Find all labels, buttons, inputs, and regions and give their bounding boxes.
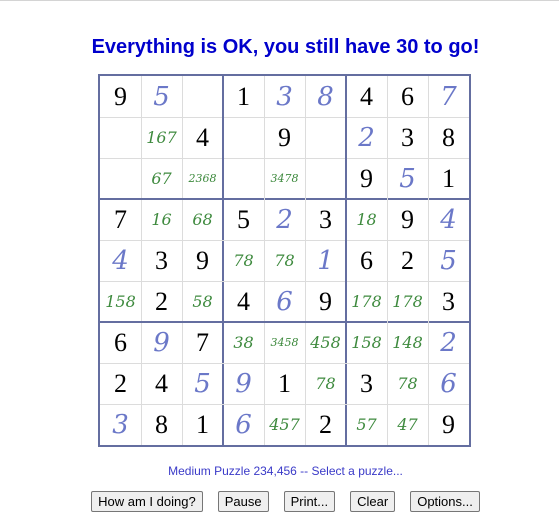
sudoku-cell-r7c8[interactable]: 148 [387,322,428,363]
sudoku-cell-r4c2[interactable]: 16 [141,199,182,240]
sudoku-cell-r6c1[interactable]: 158 [100,281,141,322]
sudoku-cell-r3c4[interactable] [223,158,264,199]
sudoku-cell-r8c7[interactable]: 3 [346,363,387,404]
sudoku-cell-r2c8[interactable]: 3 [387,117,428,158]
sudoku-cell-r4c7[interactable]: 18 [346,199,387,240]
sudoku-cell-r5c4[interactable]: 78 [223,240,264,281]
sudoku-cell-r9c7[interactable]: 57 [346,404,387,445]
sudoku-cell-r2c3[interactable]: 4 [182,117,223,158]
sudoku-cell-r6c7[interactable]: 178 [346,281,387,322]
sudoku-cell-r5c2[interactable]: 3 [141,240,182,281]
sudoku-cell-r8c3[interactable]: 5 [182,363,223,404]
sudoku-cell-r5c5[interactable]: 78 [264,240,305,281]
sudoku-board: 9 5 1 3 8 4 6 7 167 4 9 2 3 8 67 2368 3478 9 5 1 7 16 68 5 2 3 18 9… [98,74,471,447]
puzzle-select-link[interactable]: Medium Puzzle 234,456 -- Select a puzzle… [0,464,559,478]
sudoku-cell-r8c5[interactable]: 1 [264,363,305,404]
clear-button[interactable]: Clear [350,491,396,512]
print-button[interactable]: Print... [283,491,336,512]
sudoku-cell-r1c5[interactable]: 3 [264,76,305,117]
sudoku-cell-r3c3[interactable]: 2368 [182,158,223,199]
sudoku-cell-r1c7[interactable]: 4 [346,76,387,117]
sudoku-cell-r4c6[interactable]: 3 [305,199,346,240]
sudoku-cell-r9c2[interactable]: 8 [141,404,182,445]
sudoku-cell-r7c4[interactable]: 38 [223,322,264,363]
sudoku-cell-r2c4[interactable] [223,117,264,158]
sudoku-cell-r4c4[interactable]: 5 [223,199,264,240]
top-divider [0,0,559,1]
sudoku-cell-r4c5[interactable]: 2 [264,199,305,240]
sudoku-cell-r3c6[interactable] [305,158,346,199]
sudoku-cell-r6c9[interactable]: 3 [428,281,469,322]
sudoku-cell-r1c3[interactable] [182,76,223,117]
sudoku-cell-r7c7[interactable]: 158 [346,322,387,363]
sudoku-cell-r2c2[interactable]: 167 [141,117,182,158]
pause-button[interactable]: Pause [217,491,269,512]
sudoku-cell-r9c6[interactable]: 2 [305,404,346,445]
sudoku-cell-r6c3[interactable]: 58 [182,281,223,322]
sudoku-cell-r2c6[interactable] [305,117,346,158]
sudoku-cell-r2c5[interactable]: 9 [264,117,305,158]
sudoku-cell-r6c6[interactable]: 9 [305,281,346,322]
sudoku-cell-r9c8[interactable]: 47 [387,404,428,445]
button-bar: How am I doing? Pause Print... Clear Opt… [0,491,559,512]
sudoku-cell-r3c1[interactable] [100,158,141,199]
sudoku-cell-r7c1[interactable]: 6 [100,322,141,363]
sudoku-cell-r7c6[interactable]: 458 [305,322,346,363]
sudoku-cell-r6c5[interactable]: 6 [264,281,305,322]
sudoku-cell-r3c8[interactable]: 5 [387,158,428,199]
sudoku-cell-r5c7[interactable]: 6 [346,240,387,281]
sudoku-cell-r1c9[interactable]: 7 [428,76,469,117]
sudoku-cell-r4c3[interactable]: 68 [182,199,223,240]
sudoku-cell-r8c2[interactable]: 4 [141,363,182,404]
sudoku-cell-r7c9[interactable]: 2 [428,322,469,363]
sudoku-cell-r5c9[interactable]: 5 [428,240,469,281]
sudoku-cell-r4c8[interactable]: 9 [387,199,428,240]
sudoku-cell-r5c3[interactable]: 9 [182,240,223,281]
sudoku-cell-r4c9[interactable]: 4 [428,199,469,240]
sudoku-cell-r8c8[interactable]: 78 [387,363,428,404]
status-message: Everything is OK, you still have 30 to g… [91,36,480,58]
sudoku-cell-r1c4[interactable]: 1 [223,76,264,117]
sudoku-cell-r1c2[interactable]: 5 [141,76,182,117]
sudoku-cell-r9c1[interactable]: 3 [100,404,141,445]
sudoku-cell-r8c6[interactable]: 78 [305,363,346,404]
sudoku-cell-r2c9[interactable]: 8 [428,117,469,158]
sudoku-cell-r1c6[interactable]: 8 [305,76,346,117]
sudoku-cell-r8c4[interactable]: 9 [223,363,264,404]
sudoku-cell-r8c1[interactable]: 2 [100,363,141,404]
sudoku-cell-r6c2[interactable]: 2 [141,281,182,322]
sudoku-cell-r6c4[interactable]: 4 [223,281,264,322]
sudoku-cell-r2c1[interactable] [100,117,141,158]
how-am-i-doing-button[interactable]: How am I doing? [91,491,203,512]
sudoku-cell-r3c7[interactable]: 9 [346,158,387,199]
sudoku-cell-r9c9[interactable]: 9 [428,404,469,445]
sudoku-cell-r3c2[interactable]: 67 [141,158,182,199]
sudoku-cell-r9c3[interactable]: 1 [182,404,223,445]
options-button[interactable]: Options... [410,491,480,512]
sudoku-cell-r7c3[interactable]: 7 [182,322,223,363]
sudoku-cell-r7c2[interactable]: 9 [141,322,182,363]
sudoku-cell-r2c7[interactable]: 2 [346,117,387,158]
sudoku-cell-r5c6[interactable]: 1 [305,240,346,281]
sudoku-cell-r5c1[interactable]: 4 [100,240,141,281]
sudoku-cell-r7c5[interactable]: 3458 [264,322,305,363]
sudoku-cell-r5c8[interactable]: 2 [387,240,428,281]
sudoku-cell-r6c8[interactable]: 178 [387,281,428,322]
sudoku-cell-r8c9[interactable]: 6 [428,363,469,404]
sudoku-cell-r3c5[interactable]: 3478 [264,158,305,199]
sudoku-cell-r3c9[interactable]: 1 [428,158,469,199]
sudoku-cell-r9c5[interactable]: 457 [264,404,305,445]
sudoku-cell-r1c1[interactable]: 9 [100,76,141,117]
sudoku-cell-r4c1[interactable]: 7 [100,199,141,240]
sudoku-cell-r9c4[interactable]: 6 [223,404,264,445]
sudoku-cell-r1c8[interactable]: 6 [387,76,428,117]
